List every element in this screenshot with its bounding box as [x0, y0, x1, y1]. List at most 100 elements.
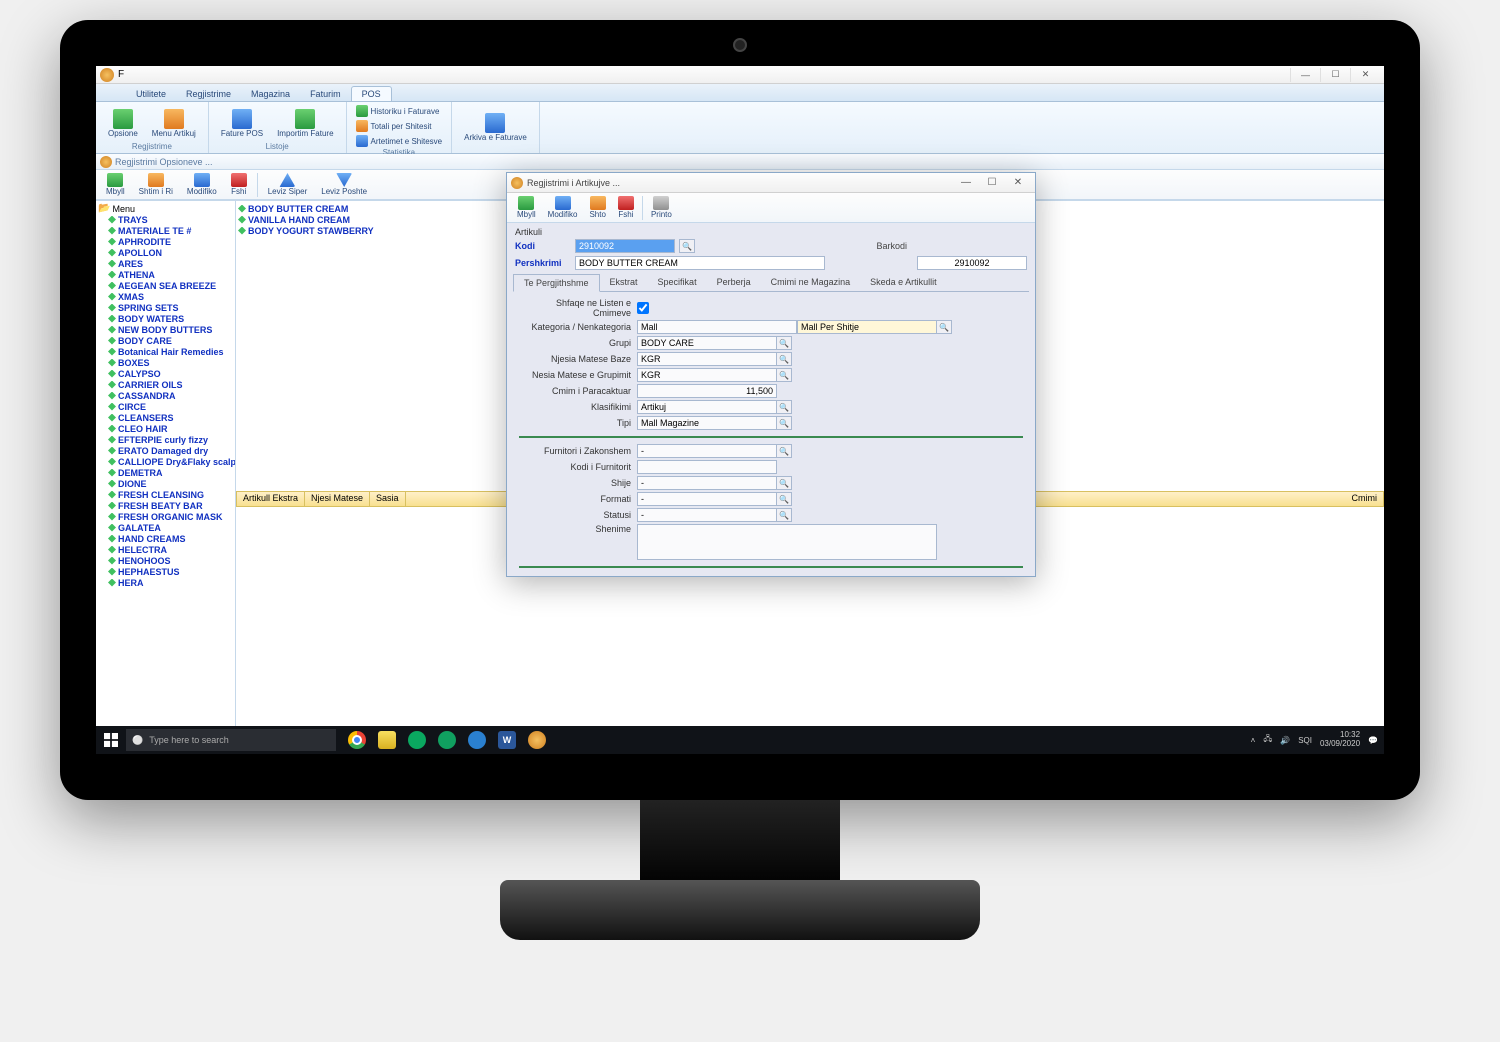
tree-panel[interactable]: Menu TRAYSMATERIALE TE #APHRODITEAPOLLON… [96, 201, 236, 740]
tab-perberja[interactable]: Perberja [707, 274, 761, 291]
ribbon-link-totali[interactable]: Totali per Shitesit [353, 119, 446, 133]
tray-up-icon[interactable]: ˄ [1251, 736, 1256, 745]
tree-item[interactable]: ATHENA [108, 269, 233, 280]
input-shenime[interactable] [637, 524, 937, 560]
tb-shtim[interactable]: Shtim i Ri [133, 172, 179, 197]
tab-specifikat[interactable]: Specifikat [648, 274, 707, 291]
input-nenkategoria[interactable] [797, 320, 937, 334]
input-kodi[interactable] [575, 239, 675, 253]
search-formati[interactable] [776, 492, 792, 506]
tree-item[interactable]: CARRIER OILS [108, 379, 233, 390]
input-kodi-furnitorit[interactable] [637, 460, 777, 474]
tree-item[interactable]: HELECTRA [108, 544, 233, 555]
dialog-close-button[interactable]: ✕ [1005, 175, 1031, 191]
ribbon-btn-menu-artikuj[interactable]: Menu Artikuj [146, 104, 202, 142]
ribbon-link-artetimet[interactable]: Artetimet e Shitesve [353, 134, 446, 148]
tree-item[interactable]: EFTERPIE curly fizzy [108, 434, 233, 445]
tree-item[interactable]: CALLIOPE Dry&Flaky scalp [108, 456, 233, 467]
search-klasifikimi[interactable] [776, 400, 792, 414]
start-button[interactable] [96, 726, 126, 754]
tree-item[interactable]: HEPHAESTUS [108, 566, 233, 577]
ribbon-btn-importim-fature[interactable]: Importim Fature [271, 104, 339, 142]
tree-item[interactable]: DIONE [108, 478, 233, 489]
col-cmimi[interactable]: Cmimi [1346, 492, 1384, 506]
taskbar-chrome-icon[interactable] [342, 726, 372, 754]
tab-ekstrat[interactable]: Ekstrat [600, 274, 648, 291]
ribbon-tab-utilitete[interactable]: Utilitete [126, 87, 176, 101]
tb-modifiko[interactable]: Modifiko [181, 172, 223, 197]
minimize-button[interactable]: ― [1290, 68, 1320, 82]
input-furnitori[interactable] [637, 444, 777, 458]
tray-volume-icon[interactable]: 🔊 [1280, 736, 1290, 745]
dialog-minimize-button[interactable]: ― [953, 175, 979, 191]
input-pershkrimi[interactable] [575, 256, 825, 270]
search-grupi[interactable] [776, 336, 792, 350]
dlg-modifiko[interactable]: Modifiko [542, 195, 584, 220]
tree-item[interactable]: CIRCE [108, 401, 233, 412]
tab-skeda-artikullit[interactable]: Skeda e Artikullit [860, 274, 947, 291]
tree-item[interactable]: CLEANSERS [108, 412, 233, 423]
tree-item[interactable]: AEGEAN SEA BREEZE [108, 280, 233, 291]
tree-item[interactable]: APHRODITE [108, 236, 233, 247]
tree-item[interactable]: HENOHOOS [108, 555, 233, 566]
search-statusi[interactable] [776, 508, 792, 522]
col-sasia[interactable]: Sasia [370, 492, 406, 506]
input-njesia-grupimit[interactable] [637, 368, 777, 382]
ribbon-tab-magazina[interactable]: Magazina [241, 87, 300, 101]
taskbar-app-icon[interactable] [462, 726, 492, 754]
taskbar-app-icon[interactable] [522, 726, 552, 754]
tree-item[interactable]: MATERIALE TE # [108, 225, 233, 236]
col-artikull-ekstra[interactable]: Artikull Ekstra [237, 492, 305, 506]
input-kategoria[interactable] [637, 320, 797, 334]
tree-item[interactable]: DEMETRA [108, 467, 233, 478]
tree-item[interactable]: FRESH ORGANIC MASK [108, 511, 233, 522]
col-njesi-matese[interactable]: Njesi Matese [305, 492, 370, 506]
dialog-titlebar[interactable]: Regjistrimi i Artikujve ... ― ☐ ✕ [507, 173, 1035, 193]
dlg-fshi[interactable]: Fshi [612, 195, 640, 220]
search-shije[interactable] [776, 476, 792, 490]
maximize-button[interactable]: ☐ [1320, 68, 1350, 82]
input-statusi[interactable] [637, 508, 777, 522]
tb-leviz-siper[interactable]: Leviz Siper [262, 172, 314, 197]
ribbon-btn-arkiva[interactable]: Arkiva e Faturave [458, 104, 533, 151]
tray-notifications-icon[interactable]: 💬 [1368, 736, 1378, 745]
tree-item[interactable]: Botanical Hair Remedies [108, 346, 233, 357]
tree-item[interactable]: BOXES [108, 357, 233, 368]
input-barkodi[interactable] [917, 256, 1027, 270]
tree-item[interactable]: BODY WATERS [108, 313, 233, 324]
search-kodi-button[interactable] [679, 239, 695, 253]
tray-clock[interactable]: 10:32 03/09/2020 [1320, 731, 1360, 749]
taskbar-app-icon[interactable] [432, 726, 462, 754]
search-furnitori[interactable] [776, 444, 792, 458]
taskbar-explorer-icon[interactable] [372, 726, 402, 754]
dlg-shto[interactable]: Shto [583, 195, 611, 220]
tab-pergjithshme[interactable]: Te Pergjithshme [513, 274, 600, 292]
tree-item[interactable]: GALATEA [108, 522, 233, 533]
tb-mbyll[interactable]: Mbyll [100, 172, 131, 197]
tab-cmimi-magazina[interactable]: Cmimi ne Magazina [761, 274, 861, 291]
tree-item[interactable]: CASSANDRA [108, 390, 233, 401]
ribbon-tab-pos[interactable]: POS [351, 86, 392, 101]
input-cmimi[interactable] [637, 384, 777, 398]
tree-item[interactable]: TRAYS [108, 214, 233, 225]
search-njesia-baze[interactable] [776, 352, 792, 366]
input-formati[interactable] [637, 492, 777, 506]
tb-leviz-poshte[interactable]: Leviz Poshte [315, 172, 373, 197]
tree-item[interactable]: HERA [108, 577, 233, 588]
tree-item[interactable]: ERATO Damaged dry [108, 445, 233, 456]
tree-item[interactable]: ARES [108, 258, 233, 269]
input-tipi[interactable] [637, 416, 777, 430]
tb-fshi[interactable]: Fshi [225, 172, 253, 197]
tree-item[interactable]: FRESH CLEANSING [108, 489, 233, 500]
ribbon-tab-faturim[interactable]: Faturim [300, 87, 351, 101]
chk-shfaqe[interactable] [637, 302, 649, 314]
search-njesia-grupimit[interactable] [776, 368, 792, 382]
tree-root-node[interactable]: Menu [98, 203, 233, 214]
tree-item[interactable]: CLEO HAIR [108, 423, 233, 434]
tree-item[interactable]: BODY CARE [108, 335, 233, 346]
taskbar-app-icon[interactable] [402, 726, 432, 754]
input-klasifikimi[interactable] [637, 400, 777, 414]
ribbon-link-historiku[interactable]: Historiku i Faturave [353, 104, 446, 118]
ribbon-btn-opsione[interactable]: Opsione [102, 104, 144, 142]
tree-item[interactable]: FRESH BEATY BAR [108, 500, 233, 511]
